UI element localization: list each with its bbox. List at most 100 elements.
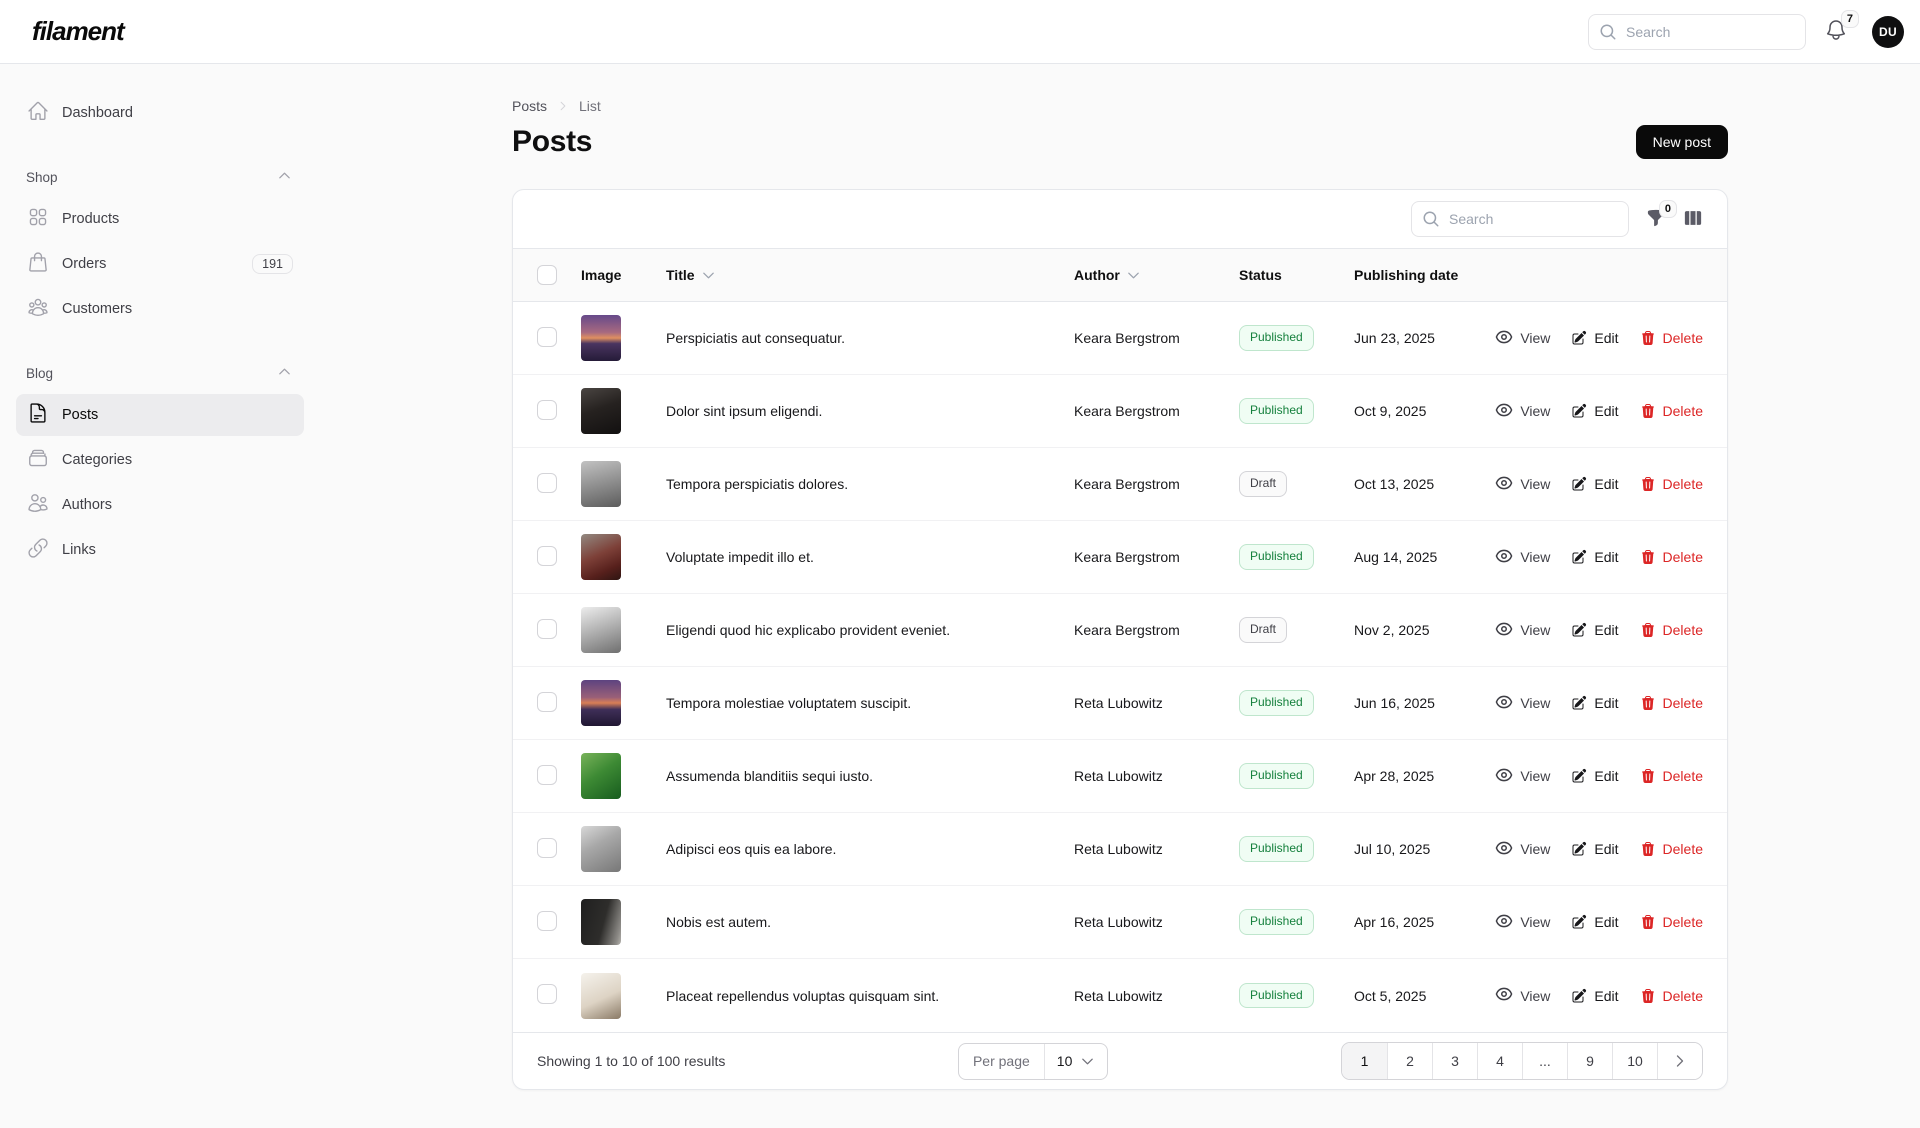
delete-action[interactable]: Delete	[1640, 401, 1703, 422]
global-search	[1588, 14, 1806, 50]
pagination-page-2[interactable]: 2	[1387, 1043, 1432, 1079]
table-search	[1411, 201, 1629, 237]
delete-action[interactable]: Delete	[1640, 474, 1703, 495]
edit-action[interactable]: Edit	[1571, 547, 1618, 568]
sidebar-item-authors[interactable]: Authors	[16, 484, 304, 526]
table-row[interactable]: Dolor sint ipsum eligendi. Keara Bergstr…	[513, 375, 1727, 448]
edit-action[interactable]: Edit	[1571, 620, 1618, 641]
delete-action[interactable]: Delete	[1640, 839, 1703, 860]
table-row[interactable]: Placeat repellendus voluptas quisquam si…	[513, 959, 1727, 1032]
view-action[interactable]: View	[1495, 620, 1550, 641]
table-search-input[interactable]	[1411, 201, 1629, 237]
edit-action[interactable]: Edit	[1571, 839, 1618, 860]
row-checkbox[interactable]	[537, 984, 557, 1004]
notifications-button[interactable]: 7	[1824, 18, 1848, 45]
row-checkbox[interactable]	[537, 692, 557, 712]
select-all-checkbox[interactable]	[537, 265, 557, 285]
delete-action[interactable]: Delete	[1640, 328, 1703, 349]
column-header-author[interactable]: Author	[1074, 267, 1239, 283]
column-header-image: Image	[581, 267, 666, 283]
row-checkbox[interactable]	[537, 473, 557, 493]
view-action[interactable]: View	[1495, 839, 1550, 860]
sidebar-item-links[interactable]: Links	[16, 529, 304, 571]
row-checkbox[interactable]	[537, 765, 557, 785]
delete-action[interactable]: Delete	[1640, 912, 1703, 933]
post-thumbnail-image	[581, 753, 621, 799]
pagination-page-1[interactable]: 1	[1342, 1043, 1387, 1079]
pagination: 1234...910	[1341, 1042, 1703, 1080]
view-action[interactable]: View	[1495, 912, 1550, 933]
toggle-columns-button[interactable]	[1683, 208, 1703, 231]
edit-action[interactable]: Edit	[1571, 693, 1618, 714]
table-row[interactable]: Adipisci eos quis ea labore. Reta Lubowi…	[513, 813, 1727, 886]
view-action[interactable]: View	[1495, 985, 1550, 1006]
edit-action[interactable]: Edit	[1571, 912, 1618, 933]
delete-action[interactable]: Delete	[1640, 766, 1703, 787]
sidebar-item-dashboard[interactable]: Dashboard	[16, 92, 304, 134]
delete-action[interactable]: Delete	[1640, 693, 1703, 714]
view-action[interactable]: View	[1495, 401, 1550, 422]
publishing-date: Jul 10, 2025	[1354, 841, 1519, 857]
sidebar-item-orders[interactable]: Orders 191	[16, 243, 304, 285]
table-header: Image Title Author Status Publishing dat…	[513, 248, 1727, 302]
delete-action[interactable]: Delete	[1640, 547, 1703, 568]
pagination-next-button[interactable]	[1657, 1043, 1702, 1079]
table-row[interactable]: Perspiciatis aut consequatur. Keara Berg…	[513, 302, 1727, 375]
column-header-title[interactable]: Title	[666, 267, 1074, 283]
row-checkbox[interactable]	[537, 619, 557, 639]
chevron-up-icon[interactable]	[277, 364, 292, 382]
row-checkbox[interactable]	[537, 400, 557, 420]
post-author: Reta Lubowitz	[1074, 841, 1239, 857]
sidebar-item-posts[interactable]: Posts	[16, 394, 304, 436]
table-row[interactable]: Tempora molestiae voluptatem suscipit. R…	[513, 667, 1727, 740]
global-search-input[interactable]	[1588, 14, 1806, 50]
table-row[interactable]: Assumenda blanditiis sequi iusto. Reta L…	[513, 740, 1727, 813]
rectangle-stack-icon	[27, 447, 49, 469]
pagination-page-9[interactable]: 9	[1567, 1043, 1612, 1079]
edit-action[interactable]: Edit	[1571, 766, 1618, 787]
delete-action[interactable]: Delete	[1640, 620, 1703, 641]
breadcrumb-posts[interactable]: Posts	[512, 98, 547, 114]
edit-action[interactable]: Edit	[1571, 401, 1618, 422]
eye-icon	[1495, 693, 1513, 711]
view-action[interactable]: View	[1495, 766, 1550, 787]
chevron-up-icon[interactable]	[277, 168, 292, 186]
pagination-page-3[interactable]: 3	[1432, 1043, 1477, 1079]
sidebar-item-badge: 191	[252, 254, 293, 274]
row-checkbox[interactable]	[537, 911, 557, 931]
edit-action[interactable]: Edit	[1571, 474, 1618, 495]
user-avatar[interactable]: DU	[1872, 16, 1904, 48]
sort-icon[interactable]	[701, 268, 716, 283]
edit-action[interactable]: Edit	[1571, 985, 1618, 1006]
row-checkbox[interactable]	[537, 327, 557, 347]
edit-action[interactable]: Edit	[1571, 328, 1618, 349]
row-checkbox[interactable]	[537, 838, 557, 858]
per-page-value[interactable]: 10	[1044, 1044, 1108, 1079]
view-action[interactable]: View	[1495, 547, 1550, 568]
sidebar-item-customers[interactable]: Customers	[16, 288, 304, 330]
post-title: Adipisci eos quis ea labore.	[666, 841, 1074, 857]
trash-icon	[1640, 330, 1656, 346]
new-post-button[interactable]: New post	[1636, 125, 1728, 159]
pagination-page-4[interactable]: 4	[1477, 1043, 1522, 1079]
delete-action[interactable]: Delete	[1640, 985, 1703, 1006]
table-row[interactable]: Eligendi quod hic explicabo provident ev…	[513, 594, 1727, 667]
sidebar-item-categories[interactable]: Categories	[16, 439, 304, 481]
table-row[interactable]: Tempora perspiciatis dolores. Keara Berg…	[513, 448, 1727, 521]
post-title: Perspiciatis aut consequatur.	[666, 330, 1074, 346]
sort-icon[interactable]	[1126, 268, 1141, 283]
pagination-page-10[interactable]: 10	[1612, 1043, 1657, 1079]
sidebar: Dashboard Shop Products Orders 191 Custo…	[0, 64, 320, 1128]
row-checkbox[interactable]	[537, 546, 557, 566]
view-action[interactable]: View	[1495, 474, 1550, 495]
sidebar-item-products[interactable]: Products	[16, 198, 304, 240]
post-thumbnail-image	[581, 680, 621, 726]
view-action[interactable]: View	[1495, 693, 1550, 714]
table-row[interactable]: Voluptate impedit illo et. Keara Bergstr…	[513, 521, 1727, 594]
view-action[interactable]: View	[1495, 328, 1550, 349]
filter-button[interactable]: 0	[1646, 208, 1666, 231]
eye-icon	[1495, 401, 1513, 419]
users-icon	[27, 492, 49, 514]
post-author: Reta Lubowitz	[1074, 914, 1239, 930]
table-row[interactable]: Nobis est autem. Reta Lubowitz Published…	[513, 886, 1727, 959]
